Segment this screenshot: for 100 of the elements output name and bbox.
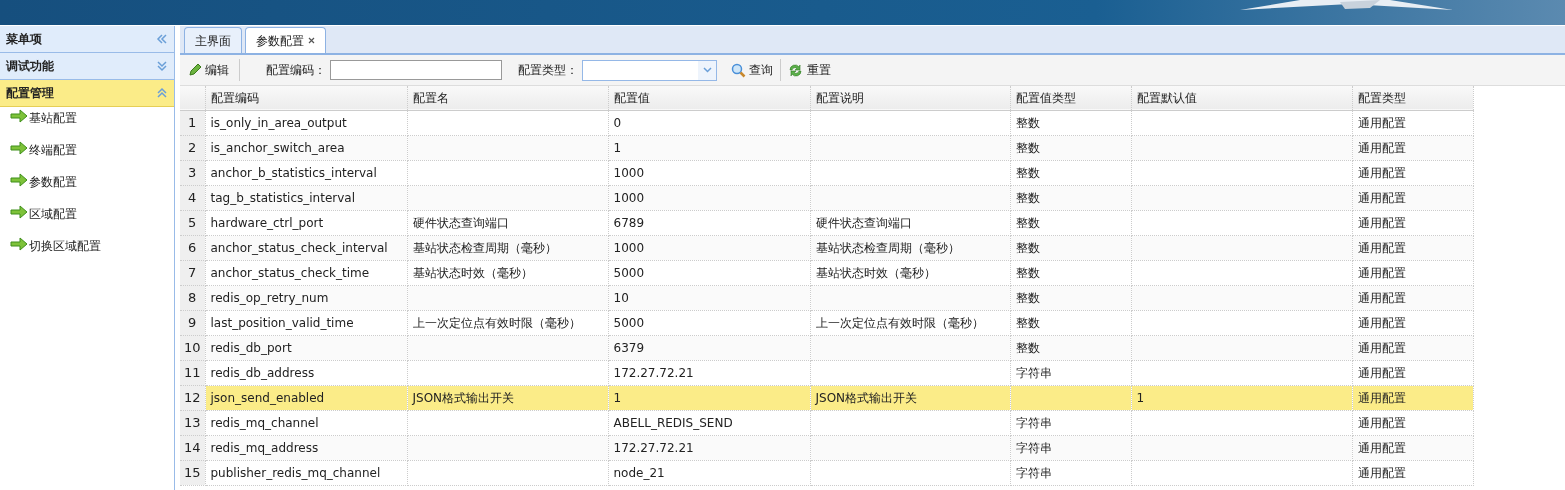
table-cell: 字符串 [1015, 465, 1052, 480]
row-number: 10 [180, 335, 205, 360]
search-icon [731, 62, 746, 78]
table-cell: 通用配置 [1357, 290, 1406, 305]
row-number: 8 [180, 285, 205, 310]
table-cell: 172.27.72.21 [613, 440, 694, 455]
close-icon[interactable] [308, 37, 315, 44]
row-number: 14 [180, 435, 205, 460]
config-code-field[interactable] [330, 60, 502, 80]
table-cell: 通用配置 [1357, 215, 1406, 230]
table-cell: 通用配置 [1357, 365, 1406, 380]
table-cell: 1 [1136, 390, 1145, 405]
panel-title: 菜单项 [6, 31, 42, 48]
arrow-right-icon [10, 141, 28, 155]
table-cell: 5000 [613, 315, 645, 330]
table-cell: 5000 [613, 265, 645, 280]
table-cell: last_position_valid_time [210, 315, 354, 330]
column-header[interactable]: 配置编码 [205, 86, 407, 110]
collapse-left-icon[interactable] [156, 33, 168, 45]
field-label: 配置类型： [518, 62, 578, 79]
table-cell: redis_op_retry_num [210, 290, 329, 305]
table-row[interactable]: 9 last_position_valid_time 上一次定位点有效时限（毫秒） 5000 上一次定位点有效时限（毫秒） 整数 通用配置 [180, 310, 1473, 335]
row-number: 5 [180, 210, 205, 235]
table-cell: 通用配置 [1357, 315, 1406, 330]
row-number: 9 [180, 310, 205, 335]
accordion-header[interactable]: 配置管理 [0, 80, 174, 107]
table-cell: JSON格式输出开关 [815, 390, 918, 405]
table-row[interactable]: 3 anchor_b_statistics_interval 1000 整数 通用配置 [180, 160, 1473, 185]
table-cell: 整数 [1015, 115, 1040, 130]
column-header[interactable]: 配置默认值 [1131, 86, 1352, 110]
field-label: 配置编码： [266, 62, 326, 79]
table-cell: redis_mq_channel [210, 415, 319, 430]
table-cell: publisher_redis_mq_channel [210, 465, 381, 480]
table-cell: 通用配置 [1357, 140, 1406, 155]
table-cell: 1000 [613, 190, 645, 205]
table-cell: anchor_status_check_interval [210, 240, 388, 255]
table-cell: tag_b_statistics_interval [210, 190, 356, 205]
table-cell: is_only_in_area_output [210, 115, 347, 130]
table-cell: json_send_enabled [210, 390, 325, 405]
table-cell: ABELL_REDIS_SEND [613, 415, 733, 430]
column-header[interactable]: 配置值类型 [1010, 86, 1131, 110]
table-cell: 字符串 [1015, 440, 1052, 455]
table-cell: 上一次定位点有效时限（毫秒） [815, 315, 984, 330]
menu-item[interactable]: 切换区域配置 [29, 237, 101, 255]
table-row[interactable]: 7 anchor_status_check_time 基站状态时效（毫秒） 5000 基站状态时效（毫秒） 整数 通用配置 [180, 260, 1473, 285]
menu-item[interactable]: 终端配置 [29, 141, 77, 159]
table-row[interactable]: 6 anchor_status_check_interval 基站状态检查周期（毫秒） 1000 基站状态检查周期（毫秒） 整数 通用配置 [180, 235, 1473, 260]
accordion-header[interactable]: 调试功能 [0, 53, 174, 80]
table-cell: 6379 [613, 340, 645, 355]
table-row[interactable]: 1 is_only_in_area_output 0 整数 通用配置 [180, 110, 1473, 135]
tab[interactable]: 参数配置 [245, 27, 326, 53]
reset-button[interactable]: 重置 [788, 61, 831, 79]
table-cell: 通用配置 [1357, 240, 1406, 255]
table-row[interactable]: 4 tag_b_statistics_interval 1000 整数 通用配置 [180, 185, 1473, 210]
arrow-right-icon [10, 109, 28, 123]
table-cell: anchor_status_check_time [210, 265, 370, 280]
table-cell: 通用配置 [1357, 415, 1406, 430]
table-row[interactable]: 10 redis_db_port 6379 整数 通用配置 [180, 335, 1473, 360]
table-cell: hardware_ctrl_port [210, 215, 324, 230]
table-cell: 基站状态时效（毫秒） [412, 265, 533, 280]
table-cell: 整数 [1015, 340, 1040, 355]
table-cell: anchor_b_statistics_interval [210, 165, 377, 180]
table-row[interactable]: 13 redis_mq_channel ABELL_REDIS_SEND 字符串 通用配置 [180, 410, 1473, 435]
table-cell: 通用配置 [1357, 390, 1406, 405]
table-row[interactable]: 8 redis_op_retry_num 10 整数 通用配置 [180, 285, 1473, 310]
table-cell: 整数 [1015, 290, 1040, 305]
table-cell: 硬件状态查询端口 [815, 215, 912, 230]
table-cell: 1 [613, 390, 622, 405]
row-number: 4 [180, 185, 205, 210]
table-row[interactable]: 14 redis_mq_address 172.27.72.21 字符串 通用配置 [180, 435, 1473, 460]
menu-item[interactable]: 区域配置 [29, 205, 77, 223]
table-cell: JSON格式输出开关 [412, 390, 515, 405]
table-cell: redis_db_port [210, 340, 292, 355]
column-header[interactable]: 配置类型 [1352, 86, 1473, 110]
expand-icon[interactable] [156, 60, 168, 72]
table-row[interactable]: 2 is_anchor_switch_area 1 整数 通用配置 [180, 135, 1473, 160]
config-type-dropdown[interactable] [582, 59, 717, 81]
table-row[interactable]: 5 hardware_ctrl_port 硬件状态查询端口 6789 硬件状态查询端口 整数 通用配置 [180, 210, 1473, 235]
column-header[interactable]: 配置说明 [810, 86, 1010, 110]
table-row[interactable]: 11 redis_db_address 172.27.72.21 字符串 通用配置 [180, 360, 1473, 385]
column-header[interactable]: 配置名 [407, 86, 608, 110]
row-number: 2 [180, 135, 205, 160]
tab[interactable]: 主界面 [184, 27, 242, 53]
edit-button[interactable]: 编辑 [186, 61, 231, 79]
table-cell: 172.27.72.21 [613, 365, 694, 380]
table-row[interactable]: 15 publisher_redis_mq_channel node_21 字符串 通用配置 [180, 460, 1473, 485]
table-row[interactable]: 12 json_send_enabled JSON格式输出开关 1 JSON格式输出开关 1 通用配置 [180, 385, 1473, 410]
table-cell: redis_db_address [210, 365, 315, 380]
row-number: 12 [180, 385, 205, 410]
table-cell: redis_mq_address [210, 440, 319, 455]
search-button[interactable]: 查询 [731, 61, 773, 79]
menu-item[interactable]: 参数配置 [29, 173, 77, 191]
table-cell: 通用配置 [1357, 115, 1406, 130]
menu-item[interactable]: 基站配置 [29, 109, 77, 127]
table-cell: 通用配置 [1357, 265, 1406, 280]
collapse-icon[interactable] [156, 87, 168, 99]
table-cell: 整数 [1015, 240, 1040, 255]
column-header[interactable]: 配置值 [608, 86, 810, 110]
table-cell: 硬件状态查询端口 [412, 215, 509, 230]
row-number: 13 [180, 410, 205, 435]
